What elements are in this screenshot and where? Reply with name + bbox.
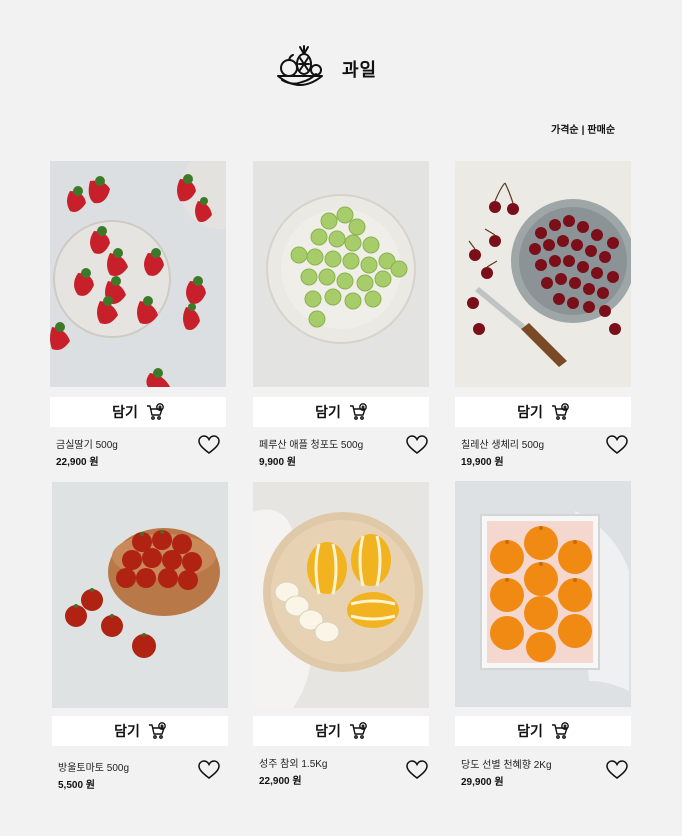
sort-separator: | xyxy=(581,125,585,136)
product-price: 22,900 원 xyxy=(259,776,302,787)
product-name[interactable]: 당도 선별 천혜향 2Kg xyxy=(461,756,552,771)
product-image-cherry-tomatoes[interactable] xyxy=(52,482,228,708)
product-image-hallabong-oranges[interactable] xyxy=(455,481,631,707)
heart-icon[interactable] xyxy=(406,760,428,780)
heart-icon[interactable] xyxy=(198,760,220,780)
product-price: 19,900 원 xyxy=(461,457,504,468)
cart-button-label: 담기 xyxy=(315,723,341,739)
product-price: 29,900 원 xyxy=(461,777,504,788)
cart-button-label: 담기 xyxy=(114,723,140,739)
cart-add-icon xyxy=(349,403,367,420)
product-image-cherries[interactable] xyxy=(455,161,631,387)
add-to-cart-button[interactable]: 담기 xyxy=(455,716,631,746)
add-to-cart-button[interactable]: 담기 xyxy=(253,716,429,746)
cart-add-icon xyxy=(146,403,164,420)
product-price: 5,500 원 xyxy=(58,780,96,791)
add-to-cart-button[interactable]: 담기 xyxy=(52,716,228,746)
product-image-korean-melons[interactable] xyxy=(253,482,429,708)
product-image-green-grapes[interactable] xyxy=(253,161,429,387)
heart-icon[interactable] xyxy=(606,435,628,455)
heart-icon[interactable] xyxy=(606,760,628,780)
product-name[interactable]: 성주 참외 1.5Kg xyxy=(259,755,328,770)
cart-add-icon xyxy=(551,722,569,739)
product-price: 9,900 원 xyxy=(259,457,297,468)
add-to-cart-button[interactable]: 담기 xyxy=(253,397,429,427)
product-image-strawberries[interactable] xyxy=(50,161,226,387)
product-price: 22,900 원 xyxy=(56,457,99,468)
cart-button-label: 담기 xyxy=(315,404,341,420)
cart-add-icon xyxy=(551,403,569,420)
cart-button-label: 담기 xyxy=(517,723,543,739)
page-title: 과일 xyxy=(342,60,378,80)
product-name[interactable]: 페루산 애플 청포도 500g xyxy=(259,436,363,451)
add-to-cart-button[interactable]: 담기 xyxy=(50,397,226,427)
cart-button-label: 담기 xyxy=(517,404,543,420)
fruit-basket-icon xyxy=(277,45,323,86)
sort-options: 가격순 | 판매순 xyxy=(551,121,615,136)
product-name[interactable]: 금실딸기 500g xyxy=(56,436,118,451)
add-to-cart-button[interactable]: 담기 xyxy=(455,397,631,427)
heart-icon[interactable] xyxy=(198,435,220,455)
product-name[interactable]: 방울토마토 500g xyxy=(58,759,129,774)
cart-add-icon xyxy=(148,722,166,739)
sort-by-price[interactable]: 가격순 xyxy=(551,125,579,136)
cart-add-icon xyxy=(349,722,367,739)
sort-by-sales[interactable]: 판매순 xyxy=(587,125,615,136)
heart-icon[interactable] xyxy=(406,435,428,455)
product-name[interactable]: 칠레산 생체리 500g xyxy=(461,436,544,451)
page-header: 과일 xyxy=(0,38,682,94)
cart-button-label: 담기 xyxy=(112,404,138,420)
